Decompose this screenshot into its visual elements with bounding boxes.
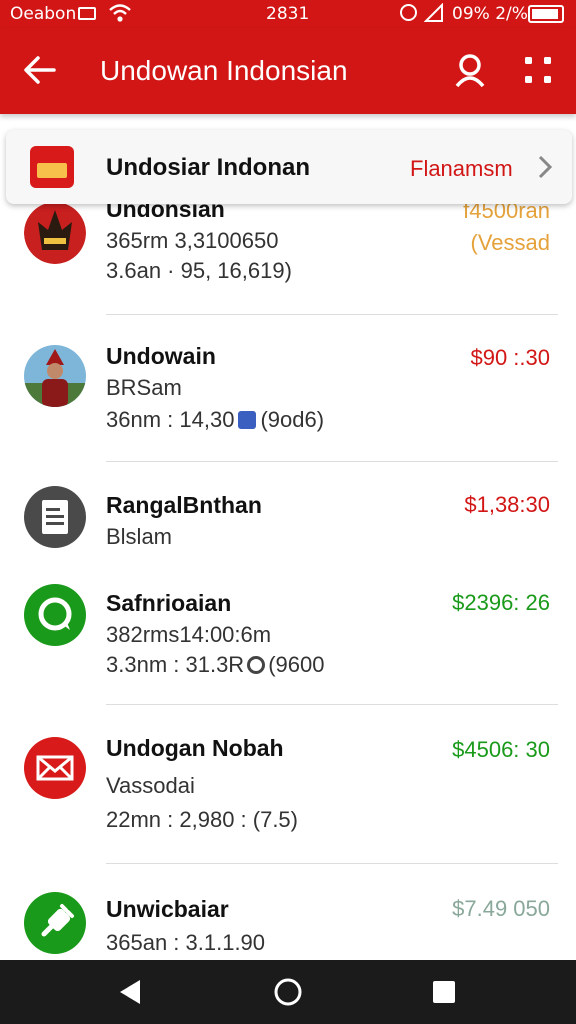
transaction-detail: 22mn : 2,980 : (7.5) bbox=[106, 807, 298, 832]
refresh-icon bbox=[247, 656, 266, 674]
transaction-detail: 3.3nm : 31.3R (9600 bbox=[106, 652, 325, 677]
transaction-amount: $1,38:30 bbox=[464, 492, 550, 517]
more-button[interactable] bbox=[516, 48, 560, 92]
chat-icon bbox=[24, 584, 86, 646]
nav-home-icon bbox=[274, 978, 302, 1006]
list-item[interactable]: Undowain BRSam 36nm : 14,30 (9od6) $90 :.… bbox=[0, 315, 576, 461]
chevron-right-icon bbox=[538, 155, 553, 179]
transaction-amount: $4506: 30 bbox=[452, 737, 550, 762]
transaction-name: RangalBnthan bbox=[106, 492, 262, 518]
nav-home-button[interactable] bbox=[268, 972, 308, 1012]
list-item[interactable]: RangalBnthan Blslam $1,38:30 bbox=[0, 462, 576, 562]
carrier-label: Oeabon bbox=[10, 4, 77, 24]
transaction-list[interactable]: Undonsian 365rm 3,3100650 3.6an · 95, 16… bbox=[0, 190, 576, 960]
back-arrow-icon bbox=[24, 56, 56, 84]
transaction-amount: $2396: 26 bbox=[452, 590, 550, 615]
transaction-detail: 36nm : 14,30 (9od6) bbox=[106, 407, 325, 432]
wifi-icon bbox=[109, 4, 131, 22]
page-title: Undowan Indonsian bbox=[100, 55, 348, 86]
person-avatar bbox=[24, 345, 86, 407]
list-item[interactable]: Unwicbaiar 365an : 3.1.1.90 $7.49 050 bbox=[0, 864, 576, 960]
transaction-name: Unwicbaiar bbox=[106, 896, 229, 922]
list-item[interactable]: Undogan Nobah Vassodai 22mn : 2,980 : (7… bbox=[0, 705, 576, 863]
system-nav-bar bbox=[0, 960, 576, 1024]
plug-icon bbox=[24, 892, 86, 954]
account-name: Undosiar Indonan bbox=[106, 154, 310, 181]
mail-icon bbox=[24, 737, 86, 799]
bank-icon bbox=[238, 411, 257, 429]
nav-recents-button[interactable] bbox=[426, 974, 462, 1010]
battery-icon bbox=[528, 5, 564, 23]
transaction-name: Safnrioaian bbox=[106, 590, 232, 616]
document-icon bbox=[24, 486, 86, 548]
transaction-detail: 382rms14:00:6m bbox=[106, 622, 272, 647]
alarm-icon bbox=[400, 4, 417, 21]
nav-back-button[interactable] bbox=[110, 974, 150, 1010]
transaction-amount: $7.49 050 bbox=[452, 896, 550, 921]
battery-percent: 09% 2/% bbox=[452, 4, 528, 24]
account-action-link[interactable]: Flanamsm bbox=[410, 156, 513, 182]
app-bar: Undowan Indonsian bbox=[0, 28, 576, 114]
transaction-detail: Vassodai bbox=[106, 773, 195, 798]
signal-icon bbox=[424, 3, 443, 22]
transaction-name: Undogan Nobah bbox=[106, 735, 284, 761]
sim-icon bbox=[78, 7, 96, 20]
transaction-detail: 3.6an · 95, 16,619) bbox=[106, 258, 292, 283]
transaction-status: (Vessad bbox=[470, 230, 551, 255]
more-icon bbox=[525, 57, 551, 83]
transaction-name: Undowain bbox=[106, 343, 216, 369]
nav-back-icon bbox=[120, 980, 140, 1004]
clock: 2831 bbox=[266, 4, 310, 24]
transaction-detail: 365rm 3,3100650 bbox=[106, 228, 279, 253]
list-item[interactable]: Safnrioaian 382rms14:00:6m 3.3nm : 31.3R… bbox=[0, 570, 576, 704]
transaction-amount: $90 :.30 bbox=[470, 345, 550, 370]
search-button[interactable] bbox=[448, 48, 492, 92]
list-item[interactable]: Undonsian 365rm 3,3100650 3.6an · 95, 16… bbox=[0, 190, 576, 314]
search-icon bbox=[455, 54, 485, 88]
back-button[interactable] bbox=[18, 48, 62, 92]
transaction-detail: BRSam bbox=[106, 375, 182, 400]
account-selector[interactable]: Undosiar Indonan Flanamsm bbox=[6, 130, 572, 204]
transaction-detail: 365an : 3.1.1.90 bbox=[106, 930, 266, 955]
nav-recents-icon bbox=[433, 981, 455, 1003]
transaction-detail: Blslam bbox=[106, 524, 173, 549]
mask-avatar bbox=[24, 202, 86, 264]
app-logo-icon bbox=[30, 146, 74, 188]
status-bar: Oeabon 2831 09% 2/% bbox=[0, 0, 576, 28]
